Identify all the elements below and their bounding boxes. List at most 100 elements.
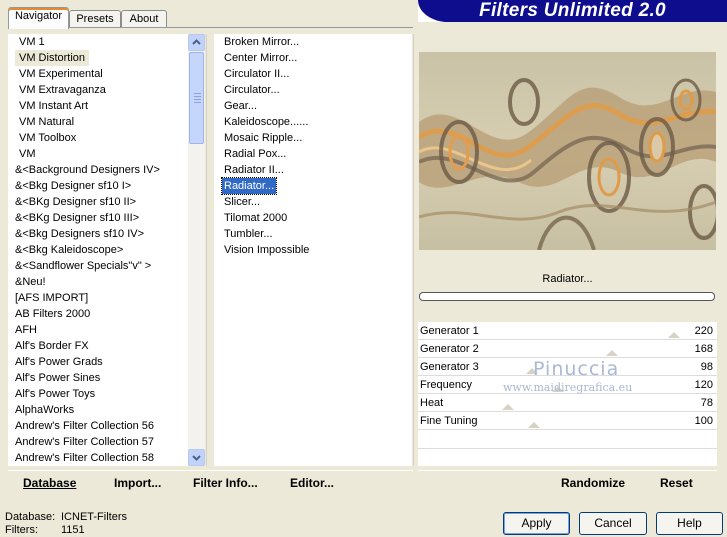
import-button[interactable]: Import... [114,475,161,491]
filter-item[interactable]: Broken Mirror... [224,34,299,50]
reset-button[interactable]: Reset [660,475,693,491]
selected-filter-name: Radiator... [419,270,716,288]
category-item[interactable]: &<Sandflower Specials"v" > [15,258,151,274]
help-button[interactable]: Help [656,512,723,535]
param-label: Frequency [420,379,472,391]
thumb-grip [194,102,201,103]
category-item[interactable]: &<Bkg Designers sf10 IV> [15,226,144,242]
filter-item[interactable]: Radiator II... [224,162,284,178]
tab-navigator[interactable]: Navigator [8,7,69,29]
filter-list[interactable]: Broken Mirror... Center Mirror... Circul… [214,34,412,466]
slider-indicator[interactable] [606,350,618,356]
filter-item-selected[interactable]: Radiator... [220,177,278,195]
param-value: 78 [700,397,713,409]
param-value: 220 [694,325,713,337]
filters-count-label: Filters: [5,524,38,536]
param-label: Heat [420,397,444,409]
category-item[interactable]: VM Toolbox [19,130,76,146]
scroll-up-button[interactable] [188,34,205,51]
thumb-grip [194,99,201,100]
apply-button[interactable]: Apply [503,512,570,535]
category-item[interactable]: VM 1 [19,34,45,50]
thumb-grip [194,96,201,97]
tab-presets[interactable]: Presets [69,10,121,28]
filter-item[interactable]: Radial Pox... [224,146,286,162]
category-item[interactable]: VM Natural [19,114,74,130]
param-label: Generator 3 [420,361,479,373]
filter-item[interactable]: Tumbler... [224,226,273,242]
database-value: ICNET-Filters [61,511,127,523]
category-item[interactable]: VM Extravaganza [19,82,106,98]
category-item[interactable]: Andrew's Filter Collection 56 [15,418,154,434]
filter-item[interactable]: Circulator II... [224,66,289,82]
category-item[interactable]: &<Bkg Kaleidoscope> [15,242,123,258]
slider-indicator[interactable] [502,404,514,410]
database-label: Database: [5,511,56,523]
category-item[interactable]: VM Instant Art [19,98,88,114]
param-row-generator-1[interactable]: Generator 1 220 [418,322,717,340]
randomize-button[interactable]: Randomize [561,475,625,491]
filter-item[interactable]: Gear... [224,98,257,114]
filter-item[interactable]: Slicer... [224,194,260,210]
banner-title: Filters Unlimited 2.0 [479,0,666,21]
progress-bar [419,292,715,301]
title-banner: Filters Unlimited 2.0 [418,0,727,22]
category-item[interactable]: &<BKg Designer sf10 III> [15,210,139,226]
thumb-grip [194,93,201,94]
category-item[interactable]: &<Background Designers IV> [15,162,160,178]
category-scrollbar[interactable] [188,34,205,466]
filters-count-value: 1151 [61,524,85,536]
scroll-thumb[interactable] [189,52,204,144]
category-item[interactable]: Alf's Border FX [15,338,89,354]
category-item[interactable]: &Neu! [15,274,46,290]
filter-item[interactable]: Vision Impossible [224,242,309,258]
cancel-button[interactable]: Cancel [579,512,647,535]
filter-item[interactable]: Tilomat 2000 [224,210,287,226]
category-item[interactable]: Andrew's Filter Collection 58 [15,450,154,466]
category-item[interactable]: VM Experimental [19,66,103,82]
filter-preview-image [419,52,716,250]
filter-item[interactable]: Circulator... [224,82,280,98]
param-label: Fine Tuning [420,415,478,427]
editor-button[interactable]: Editor... [290,475,334,491]
category-item-selected[interactable]: VM Distortion [15,50,90,66]
category-item[interactable]: AFH [15,322,37,338]
param-value: 98 [700,361,713,373]
param-row-empty [418,449,717,466]
category-item[interactable]: Alf's Power Grads [15,354,103,370]
param-row-generator-2[interactable]: Generator 2 168 [418,340,717,358]
param-value: 168 [694,343,713,355]
param-label: Generator 1 [420,325,479,337]
param-row-empty [418,432,717,449]
filter-item[interactable]: Kaleidoscope...... [224,114,308,130]
category-item[interactable]: &<Bkg Designer sf10 I> [15,178,131,194]
category-item[interactable]: Alf's Power Toys [15,386,95,402]
chevron-down-icon [192,455,201,461]
chevron-up-icon [192,39,201,45]
filter-info-button[interactable]: Filter Info... [193,475,258,491]
param-value: 100 [694,415,713,427]
divider [413,34,414,466]
filter-item[interactable]: Center Mirror... [224,50,297,66]
category-item[interactable]: AB Filters 2000 [15,306,90,322]
database-info: Database: [5,511,55,524]
param-value: 120 [694,379,713,391]
category-item[interactable]: Alf's Power Sines [15,370,100,386]
category-item[interactable]: &<BKg Designer sf10 II> [15,194,136,210]
filter-item[interactable]: Mosaic Ripple... [224,130,302,146]
category-item[interactable]: AlphaWorks [15,402,74,418]
database-button[interactable]: Database [23,475,76,491]
scroll-down-button[interactable] [188,449,205,466]
watermark-url: www.maidiregrafica.eu [503,381,633,394]
watermark-name: Pinuccia [533,358,620,380]
category-item[interactable]: Andrew's Filter Collection 57 [15,434,154,450]
divider [206,34,207,466]
param-row-fine-tuning[interactable]: Fine Tuning 100 [418,412,717,430]
category-list[interactable]: VM 1 VM Distortion VM Experimental VM Ex… [8,34,188,466]
category-item[interactable]: [AFS IMPORT] [15,290,88,306]
param-row-heat[interactable]: Heat 78 [418,394,717,412]
slider-indicator[interactable] [668,332,680,338]
category-item[interactable]: VM [19,146,36,162]
slider-indicator[interactable] [528,422,540,428]
tab-about[interactable]: About [121,10,167,28]
